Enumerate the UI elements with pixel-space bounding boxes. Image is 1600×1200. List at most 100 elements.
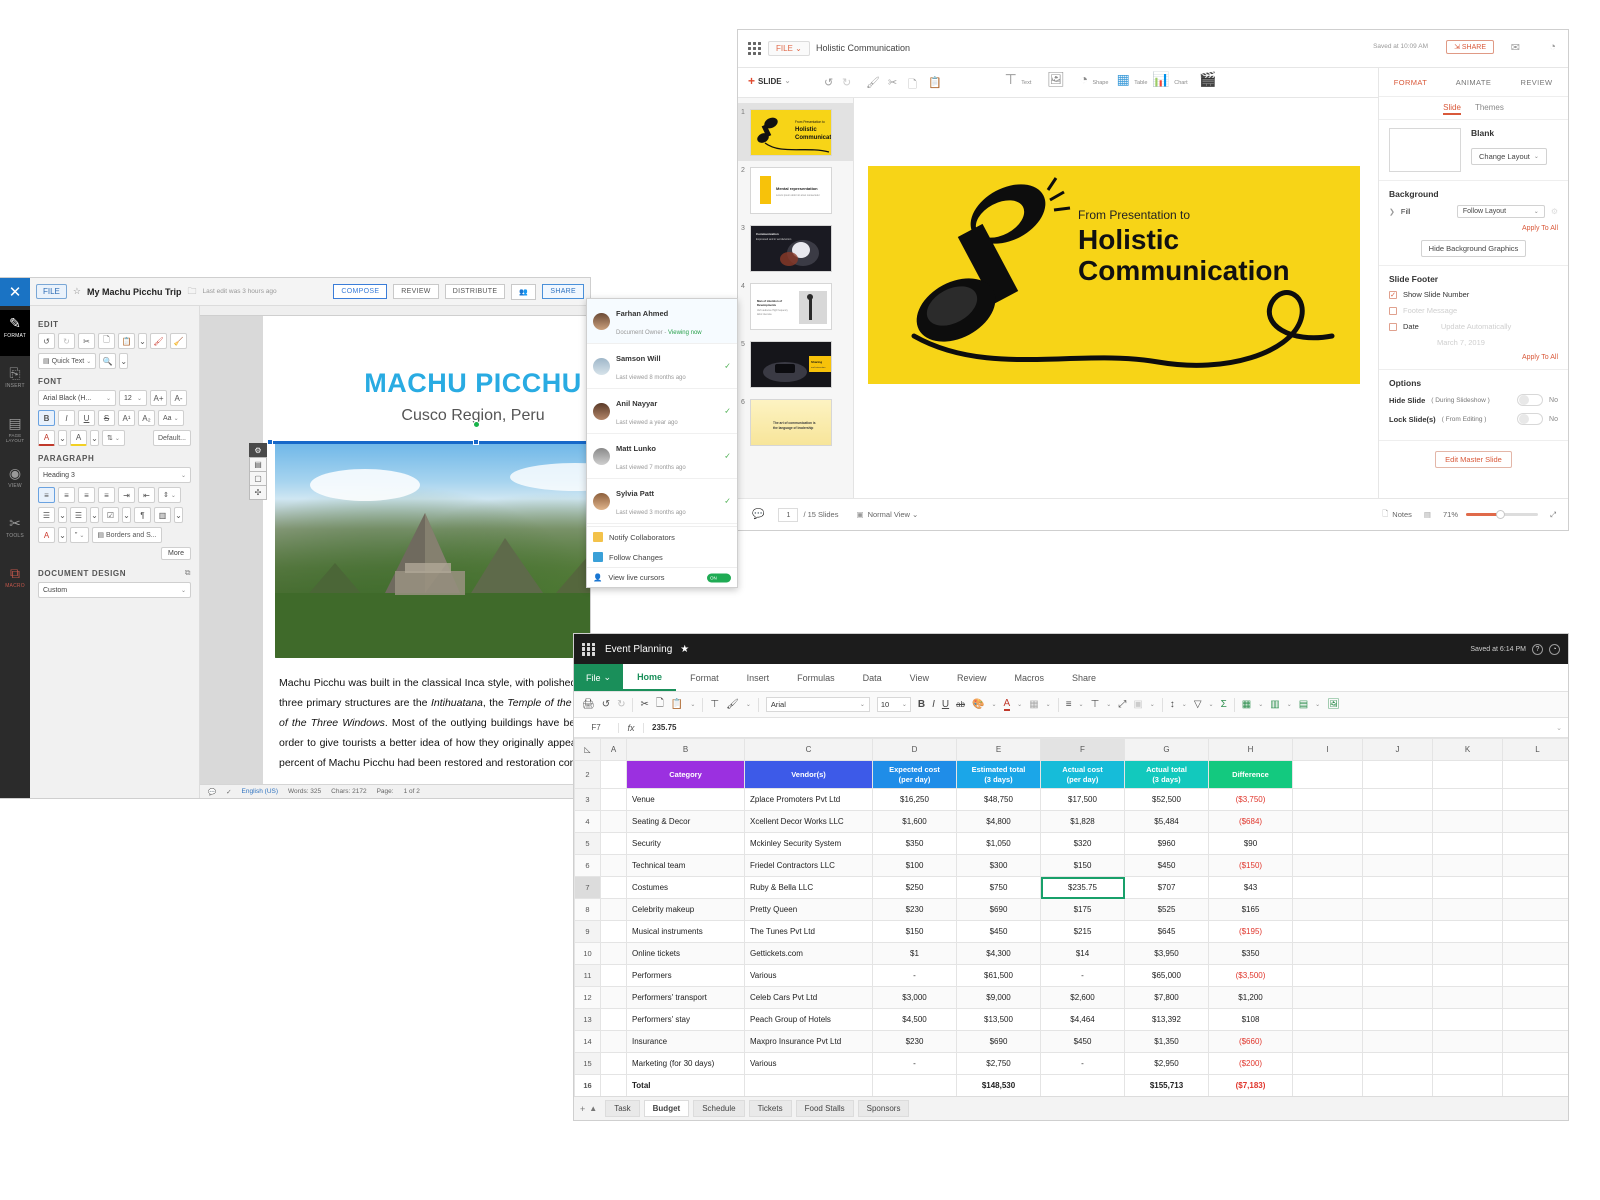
header-vendors[interactable]: Vendor(s) (744, 760, 873, 789)
row-header[interactable]: 3 (574, 788, 601, 811)
column-header-B[interactable]: B (626, 738, 745, 761)
cell-actual[interactable]: $150 (1040, 854, 1125, 877)
table-format-icon[interactable]: ▦ (1242, 699, 1251, 710)
column-header-G[interactable]: G (1124, 738, 1209, 761)
cell-estimated[interactable]: $48,750 (956, 788, 1041, 811)
table-row[interactable]: 13 Performers' stay Peach Group of Hotel… (574, 1008, 1568, 1031)
align-left-icon[interactable]: ≡ (38, 487, 55, 503)
table-row[interactable]: 10 Online tickets Gettickets.com $1 $4,3… (574, 942, 1568, 965)
menu-insert[interactable]: Insert (733, 664, 784, 691)
cell-actual-total[interactable]: $65,000 (1124, 964, 1209, 987)
cell-I[interactable] (1292, 986, 1363, 1009)
cell-A2[interactable] (600, 760, 627, 789)
apply-to-all-2[interactable]: Apply To All (1389, 354, 1558, 361)
layout-preview[interactable] (1389, 128, 1461, 172)
cell-I[interactable] (1292, 788, 1363, 811)
borders-caret-icon[interactable]: ⌄ (1046, 701, 1051, 708)
font-size-select[interactable]: 10 ⌄ (876, 697, 911, 712)
image-insert-icon[interactable]: 🖼 (1327, 699, 1340, 710)
cell-I[interactable] (1292, 854, 1363, 877)
cell-estimated[interactable]: $61,500 (956, 964, 1041, 987)
close-icon[interactable]: ✕ (0, 278, 30, 306)
cell-L[interactable] (1502, 1008, 1568, 1031)
borders-icon[interactable]: ▦ (1029, 699, 1038, 710)
cell-A[interactable] (600, 1074, 627, 1096)
indent-increase-icon[interactable]: ⇥ (118, 487, 135, 503)
cell-L2[interactable] (1502, 760, 1568, 789)
language-label[interactable]: English (US) (242, 788, 278, 795)
drop-cap-icon[interactable]: A (38, 527, 55, 543)
column-header-C[interactable]: C (744, 738, 873, 761)
column-header-H[interactable]: H (1208, 738, 1293, 761)
cell-I[interactable] (1292, 832, 1363, 855)
cell-expected[interactable]: $230 (872, 1030, 957, 1053)
apps-grid-icon[interactable] (582, 642, 595, 656)
budget-table[interactable]: ◺ A B C D E F G H I J K L 2 Category Ven… (574, 738, 1568, 1096)
bold-button[interactable]: B (38, 410, 55, 426)
cell-actual-total[interactable]: $2,950 (1124, 1052, 1209, 1075)
cell-actual[interactable]: $175 (1040, 898, 1125, 921)
align-justify-icon[interactable]: ≡ (98, 487, 115, 503)
bold-button[interactable]: B (918, 699, 925, 710)
header-difference[interactable]: Difference (1208, 760, 1293, 789)
strikethrough-button[interactable]: S (98, 410, 115, 426)
cell-I[interactable] (1292, 1030, 1363, 1053)
cell-L[interactable] (1502, 898, 1568, 921)
image-crop-icon[interactable]: ✣ (249, 485, 267, 500)
sort-caret-icon[interactable]: ⌄ (1182, 701, 1187, 708)
merge-caret-icon[interactable]: ⌄ (1150, 701, 1155, 708)
column-header-J[interactable]: J (1362, 738, 1433, 761)
collaborators-icon[interactable]: 👥 (511, 283, 537, 300)
cell-actual[interactable]: $320 (1040, 832, 1125, 855)
cell-L[interactable] (1502, 920, 1568, 943)
rail-item-macro[interactable]: ⧉ MACRO (0, 560, 30, 606)
table-row[interactable]: 11 Performers Various - $61,500 - $65,00… (574, 964, 1568, 987)
numbered-list-icon[interactable]: ☰ (70, 507, 87, 523)
bullet-caret-icon[interactable]: ⌄ (58, 507, 67, 523)
cell-actual-total[interactable]: $525 (1124, 898, 1209, 921)
table-row[interactable]: 7 Costumes Ruby & Bella LLC $250 $750 $2… (574, 876, 1568, 899)
cell-A[interactable] (600, 942, 627, 965)
cell-estimated[interactable]: $2,750 (956, 1052, 1041, 1075)
cell-vendor[interactable]: Xcellent Decor Works LLC (744, 810, 873, 833)
cell-vendor[interactable]: Maxpro Insurance Pvt Ltd (744, 1030, 873, 1053)
cell-J[interactable] (1362, 1074, 1433, 1096)
font-family-select[interactable]: Arial Black (H... ⌄ (38, 390, 116, 406)
collaborator-row[interactable]: Farhan Ahmed Document Owner - Viewing no… (587, 299, 737, 344)
sheet-tab-schedule[interactable]: Schedule (693, 1100, 745, 1117)
change-case-button[interactable]: Aa ⌄ (158, 410, 184, 426)
cell-L[interactable] (1502, 832, 1568, 855)
align-left-icon[interactable]: ≡ (1066, 699, 1072, 710)
table-row[interactable]: 5 Security Mckinley Security System $350… (574, 832, 1568, 855)
zoom-slider-knob[interactable] (1496, 510, 1505, 519)
subtab-slide[interactable]: Slide (1443, 103, 1461, 115)
copy-icon[interactable]: 🗋 (656, 696, 664, 713)
file-menu-button[interactable]: FILE ⌄ (768, 41, 810, 56)
cell-K[interactable] (1432, 1030, 1503, 1053)
cell-A[interactable] (600, 832, 627, 855)
align-caret-icon[interactable]: ⌄ (1079, 701, 1084, 708)
column-header-I[interactable]: I (1292, 738, 1363, 761)
date-row[interactable]: Date Update Automatically (1389, 322, 1558, 331)
tab-review[interactable]: REVIEW (393, 284, 439, 299)
highlight-caret-icon[interactable]: ⌄ (90, 430, 99, 446)
cell-difference[interactable]: ($195) (1208, 920, 1293, 943)
folder-icon[interactable]: 🗀 (188, 284, 197, 300)
slide-thumbnail-list[interactable]: 1 From Presentation to Holistic Communic… (738, 98, 854, 498)
borders-shading-button[interactable]: ▤ Borders and S... (92, 527, 162, 543)
presenter-view-icon[interactable]: ▤ (1424, 510, 1431, 519)
row-header[interactable]: 13 (574, 1008, 601, 1031)
cell-expected-empty[interactable] (872, 1074, 957, 1096)
zoom-slider[interactable] (1466, 510, 1538, 519)
cell-difference[interactable]: $165 (1208, 898, 1293, 921)
row-header[interactable]: 5 (574, 832, 601, 855)
insert-shape-button[interactable]: ◔ Shape (1076, 71, 1112, 89)
cell-K[interactable] (1432, 1074, 1503, 1096)
find-caret-icon[interactable]: ⌄ (119, 353, 129, 369)
cell-difference[interactable]: ($200) (1208, 1052, 1293, 1075)
align-center-icon[interactable]: ≡ (58, 487, 75, 503)
cell-estimated[interactable]: $4,800 (956, 810, 1041, 833)
image-wrap-inline-icon[interactable]: ▤ (249, 457, 267, 472)
line-height-button[interactable]: ⇕ ⌄ (158, 487, 181, 503)
cell-vendor[interactable]: Ruby & Bella LLC (744, 876, 873, 899)
